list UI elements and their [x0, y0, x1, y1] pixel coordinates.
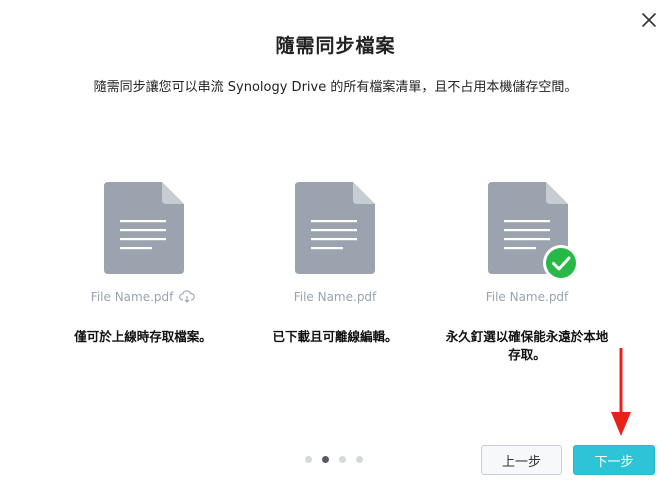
cloud-download-icon — [179, 290, 195, 303]
page-dot[interactable] — [305, 456, 312, 463]
file-name-label: File Name.pdf — [293, 290, 377, 304]
pagination-dots — [305, 456, 363, 463]
dialog-subtitle: 隨需同步讓您可以串流 Synology Drive 的所有檔案清單，且不占用本機… — [93, 80, 578, 95]
document-icon — [104, 182, 184, 274]
card-description: 僅可於上線時存取檔案。 — [74, 329, 212, 344]
annotation-arrow-icon — [611, 348, 631, 436]
next-button[interactable]: 下一步 — [573, 445, 655, 475]
page-dot[interactable] — [339, 456, 346, 463]
check-circle-icon — [543, 245, 579, 281]
sync-dialog: 隨需同步檔案 隨需同步讓您可以串流 Synology Drive 的所有檔案清單… — [0, 0, 671, 488]
page-dot-active[interactable] — [322, 456, 329, 463]
card-description: 已下載且可離線編輯。 — [272, 329, 398, 344]
dialog-title: 隨需同步檔案 — [275, 35, 396, 57]
card-description: 永久釘選以確保能永遠於本地存取。 — [445, 329, 609, 362]
close-icon[interactable] — [637, 8, 661, 32]
document-icon — [295, 182, 375, 274]
file-name-label: File Name.pdf — [53, 290, 233, 304]
file-name-label: File Name.pdf — [485, 290, 569, 304]
previous-button[interactable]: 上一步 — [481, 445, 562, 475]
page-dot[interactable] — [356, 456, 363, 463]
